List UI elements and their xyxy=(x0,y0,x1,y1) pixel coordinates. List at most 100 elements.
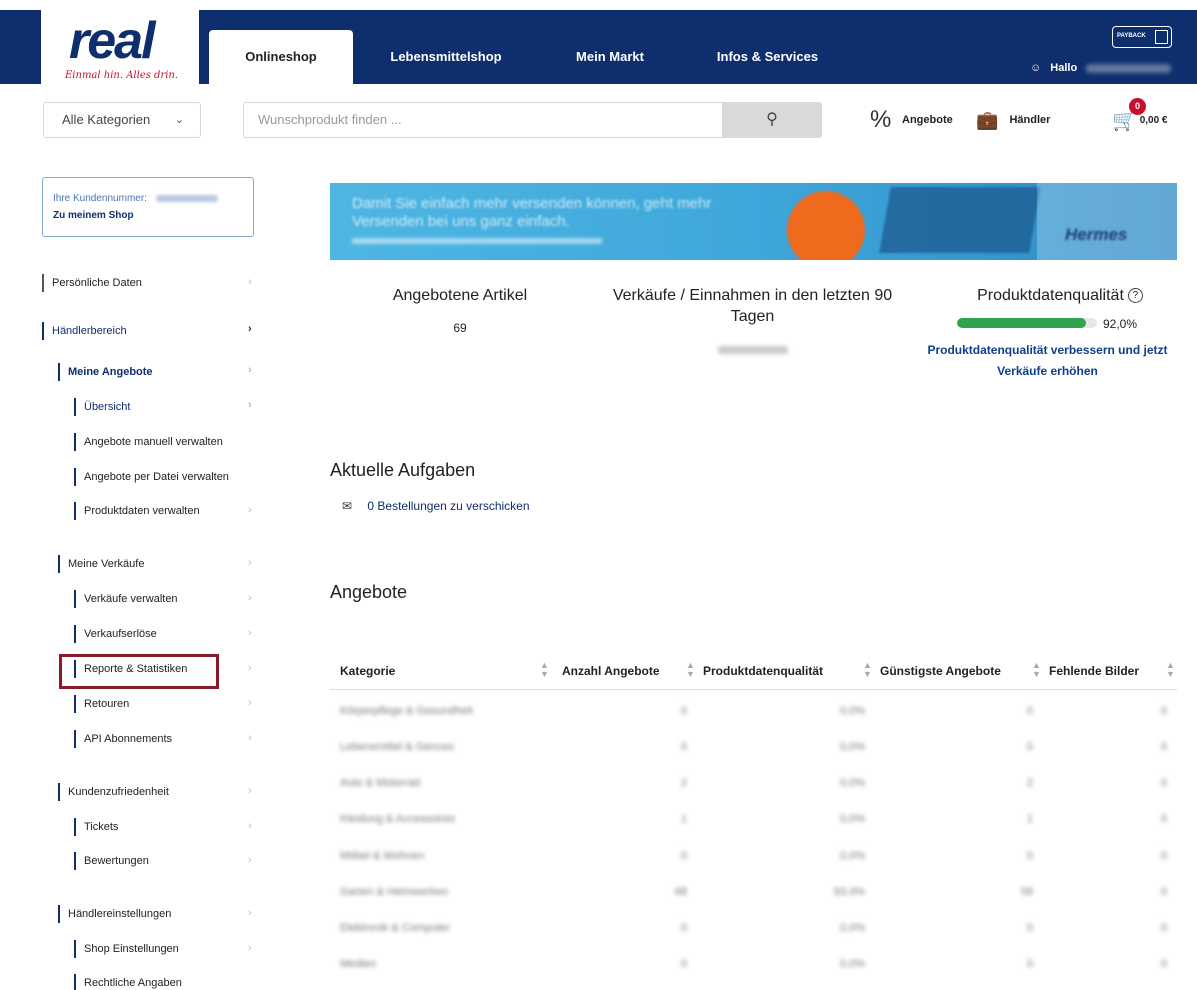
sidebar-item-meine-verkaeufe[interactable]: Meine Verkäufe xyxy=(58,555,144,573)
cell-category: Elektronik & Computer xyxy=(340,922,451,934)
table-row: Möbel & Wohnen 0 0,0% 0 0 xyxy=(330,838,1177,874)
product-quality-bar-fill xyxy=(957,318,1086,328)
tab-mein-markt[interactable]: Mein Markt xyxy=(560,30,660,84)
col-anzahl-angebote[interactable]: Anzahl Angebote xyxy=(562,664,660,678)
current-tasks-heading: Aktuelle Aufgaben xyxy=(330,460,476,480)
sort-icon[interactable]: ▲ ▼ xyxy=(1166,661,1175,679)
cell-missing-images: 0 xyxy=(1160,922,1167,934)
offers-link[interactable]: % Angebote xyxy=(870,108,953,132)
customer-box: Ihre Kundennummer: Zu meinem Shop xyxy=(42,177,254,237)
payback-card-icon xyxy=(1155,30,1168,44)
cell-category: Garten & Heimwerken xyxy=(340,886,449,898)
cell-quality: 0,0% xyxy=(839,813,865,825)
product-quality-value: 92,0% xyxy=(1103,317,1138,331)
product-quality-label: Produktdatenqualität xyxy=(977,287,1124,304)
sidebar-item-shop-einstellungen[interactable]: Shop Einstellungen xyxy=(74,940,179,958)
shop-link[interactable]: Zu meinem Shop xyxy=(53,207,243,224)
customer-number: Ihre Kundennummer: xyxy=(53,190,243,207)
hermes-banner[interactable]: Damit Sie einfach mehr versenden können,… xyxy=(330,183,1177,260)
sidebar-item-meine-angebote[interactable]: Meine Angebote xyxy=(58,363,153,381)
table-row: Auto & Motorrad 2 0,0% 2 0 xyxy=(330,765,1177,801)
cart-total: 0,00 € xyxy=(1139,115,1168,127)
search-input[interactable]: Wunschprodukt finden ... xyxy=(243,102,723,138)
chevron-right-icon: › xyxy=(248,592,252,604)
cell-category: Körperpflege & Gesundheit xyxy=(340,705,473,717)
chevron-right-icon: › xyxy=(248,854,252,866)
col-produktdatenqualitaet[interactable]: Produktdatenqualität xyxy=(703,664,823,678)
sort-icon[interactable]: ▲ ▼ xyxy=(686,661,695,679)
cell-cheapest: 0 xyxy=(1026,958,1033,970)
user-name-blurred xyxy=(1086,63,1172,73)
task-orders-label: 0 Bestellungen zu verschicken xyxy=(367,499,530,513)
help-circle-icon[interactable]: ? xyxy=(1127,288,1143,304)
envelope-icon: ✉ xyxy=(342,499,353,513)
sidebar-item-retouren[interactable]: Retouren xyxy=(74,695,129,713)
cell-offer-count: 0 xyxy=(680,958,687,970)
cell-cheapest: 0 xyxy=(1026,922,1033,934)
sort-icon[interactable]: ▲ ▼ xyxy=(540,661,549,679)
chevron-right-icon: › xyxy=(248,504,252,516)
payback-button[interactable]: PAYBACK xyxy=(1112,26,1172,48)
dealer-link[interactable]: 💼 Händler xyxy=(976,108,1050,132)
offers-heading: Angebote xyxy=(330,582,408,602)
tab-onlineshop[interactable]: Onlineshop xyxy=(209,30,353,84)
cell-missing-images: 0 xyxy=(1160,886,1167,898)
col-guenstigste-angebote[interactable]: Günstigste Angebote xyxy=(880,664,1001,678)
chevron-right-icon: › xyxy=(248,820,252,832)
sidebar-item-verkaufserloese[interactable]: Verkaufserlöse xyxy=(74,625,157,643)
col-kategorie[interactable]: Kategorie xyxy=(340,664,395,678)
cell-offer-count: 0 xyxy=(680,922,687,934)
sidebar-item-kundenzufriedenheit[interactable]: Kundenzufriedenheit xyxy=(58,783,169,801)
sort-icon[interactable]: ▲ ▼ xyxy=(863,661,872,679)
chevron-right-icon: › xyxy=(248,323,252,335)
sidebar-item-angebote-manuell[interactable]: Angebote manuell verwalten xyxy=(74,433,223,451)
cell-quality: 0,0% xyxy=(839,958,865,970)
cell-category: Möbel & Wohnen xyxy=(340,850,425,862)
cell-category: Auto & Motorrad xyxy=(340,777,421,789)
cell-category: Kleidung & Accessoires xyxy=(340,813,455,825)
table-row: Kleidung & Accessoires 1 0,0% 1 0 xyxy=(330,801,1177,837)
category-select[interactable]: Alle Kategorien ⌄ xyxy=(43,102,201,138)
logo-tagline: Einmal hin. Alles drin. xyxy=(65,70,179,81)
cell-offer-count: 0 xyxy=(680,705,687,717)
tab-infos-services[interactable]: Infos & Services xyxy=(705,30,830,84)
payback-label: PAYBACK xyxy=(1117,33,1146,39)
sidebar-item-angebote-datei[interactable]: Angebote per Datei verwalten xyxy=(74,468,229,486)
task-orders-to-ship[interactable]: ✉ 0 Bestellungen zu verschicken xyxy=(342,499,530,513)
chevron-right-icon: › xyxy=(248,364,252,376)
sidebar-item-produktdaten[interactable]: Produktdaten verwalten xyxy=(74,502,200,520)
cell-cheapest: 0 xyxy=(1026,850,1033,862)
cell-cheapest: 58 xyxy=(1020,886,1033,898)
table-row: Garten & Heimwerken 68 93,4% 58 0 xyxy=(330,874,1177,910)
chevron-right-icon: › xyxy=(248,557,252,569)
cell-offer-count: 0 xyxy=(680,850,687,862)
cart-button[interactable]: 🛒 0 0,00 € xyxy=(1112,98,1168,133)
sidebar-item-verkaeufe-verwalten[interactable]: Verkäufe verwalten xyxy=(74,590,178,608)
sidebar-item-uebersicht[interactable]: Übersicht xyxy=(74,398,130,416)
sidebar-item-tickets[interactable]: Tickets xyxy=(74,818,118,836)
cell-missing-images: 0 xyxy=(1160,741,1167,753)
cell-missing-images: 0 xyxy=(1160,958,1167,970)
improve-quality-link[interactable]: Produktdatenqualität verbessern und jetz… xyxy=(910,340,1185,382)
user-greeting[interactable]: ☺ Hallo xyxy=(1030,62,1172,74)
sidebar-item-haendlereinstellungen[interactable]: Händlereinstellungen xyxy=(58,905,171,923)
sidebar-item-persoenliche-daten[interactable]: Persönliche Daten xyxy=(42,274,142,292)
hermes-logo-area: Hermes xyxy=(1037,183,1177,260)
offers-label: Angebote xyxy=(902,114,953,126)
sort-icon[interactable]: ▲ ▼ xyxy=(1032,661,1041,679)
tab-lebensmittelshop[interactable]: Lebensmittelshop xyxy=(372,30,520,84)
customer-number-blurred xyxy=(155,194,218,202)
col-fehlende-bilder[interactable]: Fehlende Bilder xyxy=(1049,664,1139,678)
sidebar-item-haendlerbereich[interactable]: Händlerbereich xyxy=(42,322,127,340)
search-button[interactable]: ⚲ xyxy=(722,102,822,138)
sidebar-item-api-abonnements[interactable]: API Abonnements xyxy=(74,730,172,748)
sidebar-item-rechtliche-angaben[interactable]: Rechtliche Angaben xyxy=(74,974,182,990)
sidebar-item-bewertungen[interactable]: Bewertungen xyxy=(74,852,149,870)
cell-offer-count: 0 xyxy=(680,741,687,753)
dealer-label: Händler xyxy=(1009,114,1051,126)
cart-count-badge: 0 xyxy=(1129,98,1146,115)
cell-offer-count: 68 xyxy=(674,886,687,898)
cell-missing-images: 0 xyxy=(1160,850,1167,862)
header-left-band xyxy=(0,10,41,84)
real-logo[interactable]: real Einmal hin. Alles drin. xyxy=(41,10,199,84)
